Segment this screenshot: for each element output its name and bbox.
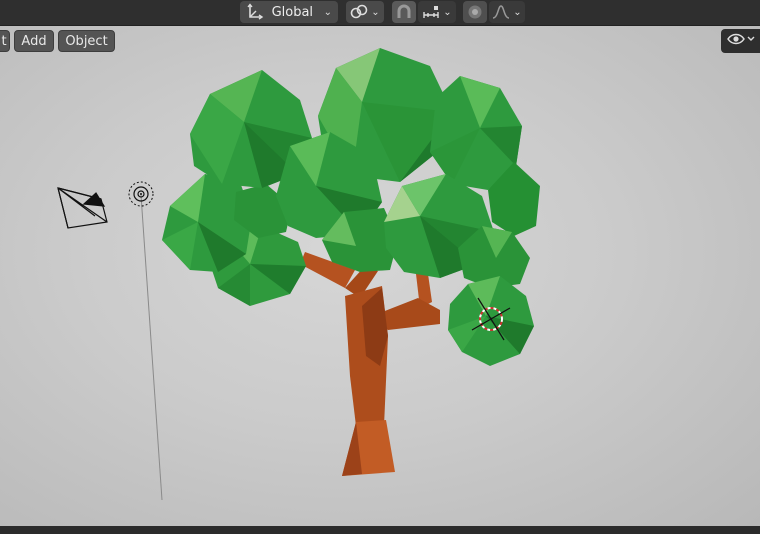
viewport-bottom-edge [0,526,760,534]
falloff-curve-icon [492,4,510,20]
snap-target-dropdown[interactable]: ⌄ [418,1,456,23]
orientation-label: Global [271,4,314,20]
falloff-dropdown[interactable]: ⌄ [489,1,525,23]
tree-trunk[interactable] [300,252,440,476]
proportional-editing-toggle[interactable] [463,1,487,23]
snap-toggle[interactable] [392,1,416,23]
orientation-dropdown[interactable]: Global ⌄ [240,1,338,23]
pivot-link-icon [350,4,368,20]
proportional-editing-icon [467,4,483,20]
header-bar: Global ⌄ ⌄ ⌄ ⌄ [0,0,760,26]
chevron-down-icon: ⌄ [323,6,332,18]
3d-viewport[interactable]: t Add Object [0,26,760,526]
transform-orientation-icon [246,3,264,21]
scene-canvas [57,48,540,501]
light-object[interactable] [128,181,154,207]
chevron-down-icon: ⌄ [443,6,452,18]
camera-object[interactable] [57,187,108,229]
light-direction-line [140,194,163,501]
chevron-down-icon: ⌄ [513,6,522,18]
pivot-dropdown[interactable]: ⌄ [346,1,384,23]
snap-magnet-icon [396,4,412,20]
snap-increment-icon [422,4,440,20]
chevron-down-icon: ⌄ [371,6,380,18]
